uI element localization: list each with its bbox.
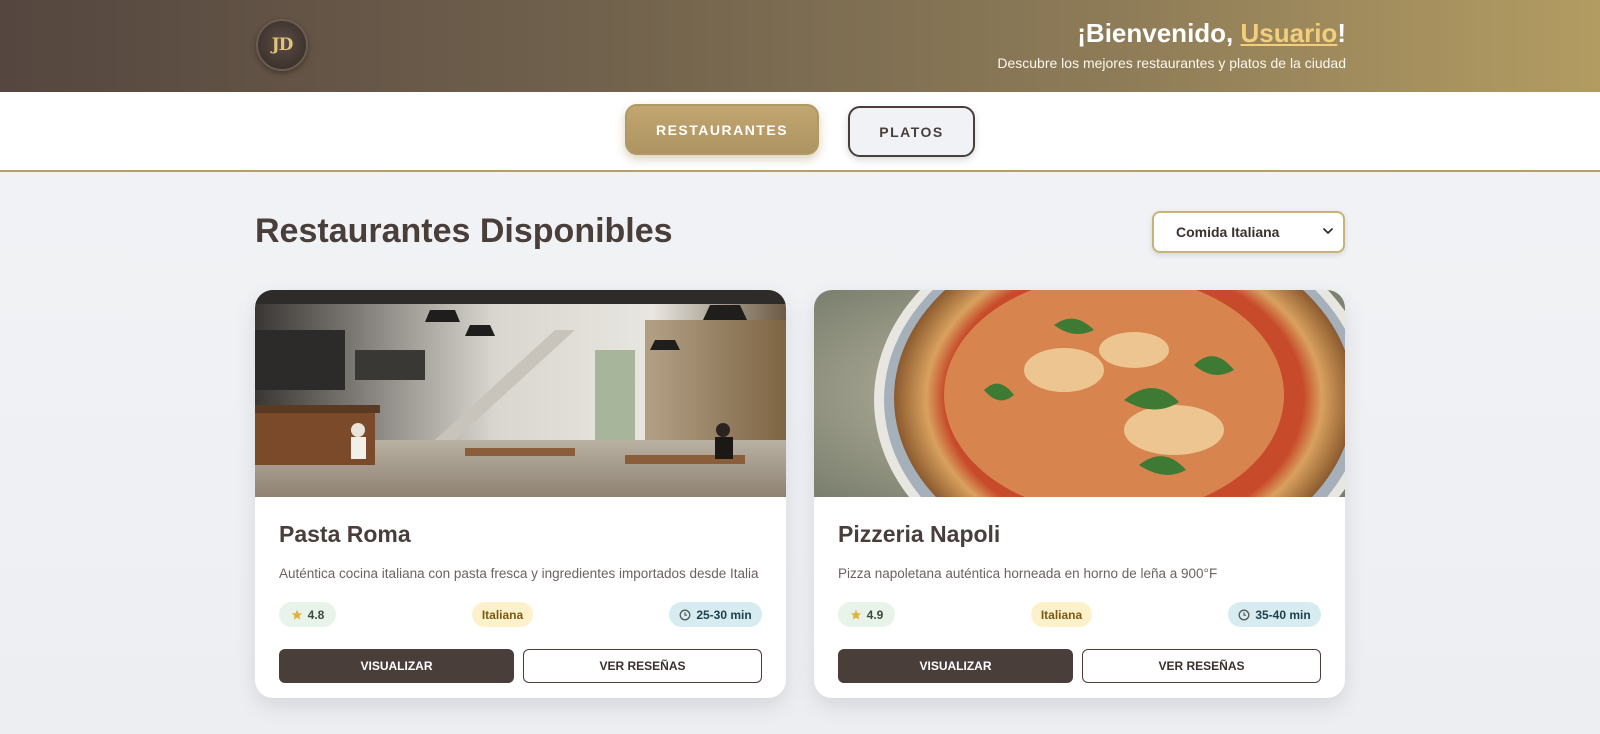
restaurant-interior-image <box>255 290 786 497</box>
star-icon <box>291 609 302 620</box>
tab-restaurantes[interactable]: RESTAURANTES <box>625 104 819 155</box>
chevron-down-icon <box>1323 228 1333 234</box>
card-actions: VISUALIZAR VER RESEÑAS <box>838 649 1321 683</box>
cuisine-badge: Italiana <box>472 602 533 627</box>
restaurant-name: Pizzeria Napoli <box>838 521 1001 547</box>
rating-value: 4.8 <box>307 607 325 622</box>
welcome-block: ¡Bienvenido, Usuario! Descubre los mejor… <box>997 18 1346 71</box>
reviews-button[interactable]: VER RESEÑAS <box>523 649 762 683</box>
restaurant-image <box>255 290 786 497</box>
delivery-time-badge: 25-30 min <box>669 602 762 627</box>
restaurant-image <box>814 290 1345 497</box>
view-button[interactable]: VISUALIZAR <box>838 649 1073 683</box>
user-link[interactable]: Usuario <box>1241 18 1338 48</box>
star-icon <box>850 609 861 620</box>
clock-icon <box>1238 609 1250 620</box>
cuisine-filter-value: Comida Italiana <box>1176 224 1280 240</box>
page-title: Restaurantes Disponibles <box>255 212 673 250</box>
badges-row: 4.8 Italiana 25-30 min <box>279 602 762 628</box>
delivery-time-badge: 35-40 min <box>1228 602 1321 627</box>
restaurant-name: Pasta Roma <box>279 521 411 547</box>
card-body: Pasta Roma Auténtica cocina italiana con… <box>255 497 786 683</box>
logo-text: JD <box>271 35 294 55</box>
welcome-subtitle: Descubre los mejores restaurantes y plat… <box>997 55 1346 71</box>
header: JD ¡Bienvenido, Usuario! Descubre los me… <box>0 0 1600 92</box>
restaurant-card: Pizzeria Napoli Pizza napoletana auténti… <box>814 290 1345 698</box>
rating-badge: 4.8 <box>279 602 336 627</box>
cuisine-filter-select[interactable]: Comida Italiana <box>1152 211 1345 253</box>
welcome-suffix: ! <box>1337 18 1346 48</box>
rating-value: 4.9 <box>866 607 884 622</box>
badges-row: 4.9 Italiana 35-40 min <box>838 602 1321 628</box>
restaurant-card: Pasta Roma Auténtica cocina italiana con… <box>255 290 786 698</box>
rating-badge: 4.9 <box>838 602 895 627</box>
nav-bar: RESTAURANTES PLATOS <box>0 92 1600 172</box>
reviews-button[interactable]: VER RESEÑAS <box>1082 649 1321 683</box>
delivery-time-value: 25-30 min <box>696 607 752 622</box>
delivery-time-value: 35-40 min <box>1255 607 1311 622</box>
welcome-prefix: ¡Bienvenido, <box>1077 18 1241 48</box>
cuisine-badge: Italiana <box>1031 602 1092 627</box>
restaurant-description: Pizza napoletana auténtica horneada en h… <box>838 566 1218 581</box>
view-button[interactable]: VISUALIZAR <box>279 649 514 683</box>
restaurant-description: Auténtica cocina italiana con pasta fres… <box>279 566 759 581</box>
clock-icon <box>679 609 691 620</box>
card-body: Pizzeria Napoli Pizza napoletana auténti… <box>814 497 1345 683</box>
welcome-title: ¡Bienvenido, Usuario! <box>997 18 1346 49</box>
pizza-image <box>814 290 1345 497</box>
logo[interactable]: JD <box>256 19 308 71</box>
card-actions: VISUALIZAR VER RESEÑAS <box>279 649 762 683</box>
tab-platos[interactable]: PLATOS <box>848 106 975 157</box>
